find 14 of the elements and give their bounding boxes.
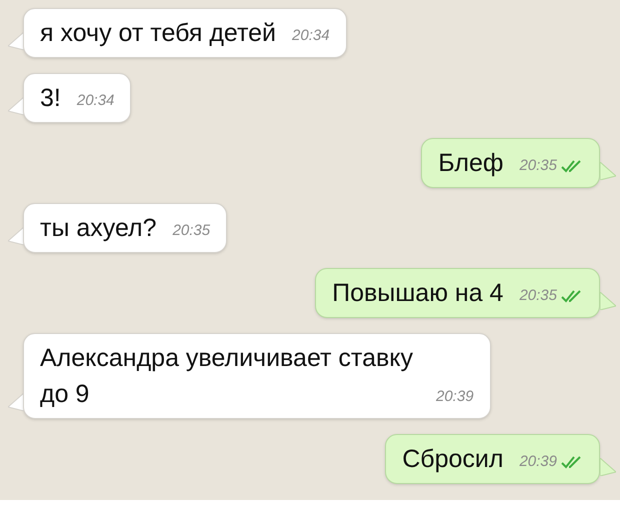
message-text: Повышаю на 4 bbox=[332, 278, 504, 309]
message-text: Сбросил bbox=[402, 444, 504, 475]
message-time: 20:35 bbox=[519, 156, 557, 176]
message-text: Блеф bbox=[438, 148, 504, 179]
message-time: 20:35 bbox=[172, 220, 210, 240]
message-time: 20:39 bbox=[519, 452, 557, 472]
message-time: 20:34 bbox=[76, 90, 114, 110]
message-time: 20:39 bbox=[436, 386, 474, 406]
message-time: 20:35 bbox=[519, 286, 557, 306]
message-text: ты ахуел? bbox=[40, 213, 157, 244]
message-text: Александра увеличивает ставку до 9 bbox=[40, 343, 414, 410]
message-text: я хочу от тебя детей bbox=[40, 18, 276, 49]
message-text: 3! bbox=[40, 83, 61, 114]
message-time: 20:34 bbox=[292, 26, 330, 46]
